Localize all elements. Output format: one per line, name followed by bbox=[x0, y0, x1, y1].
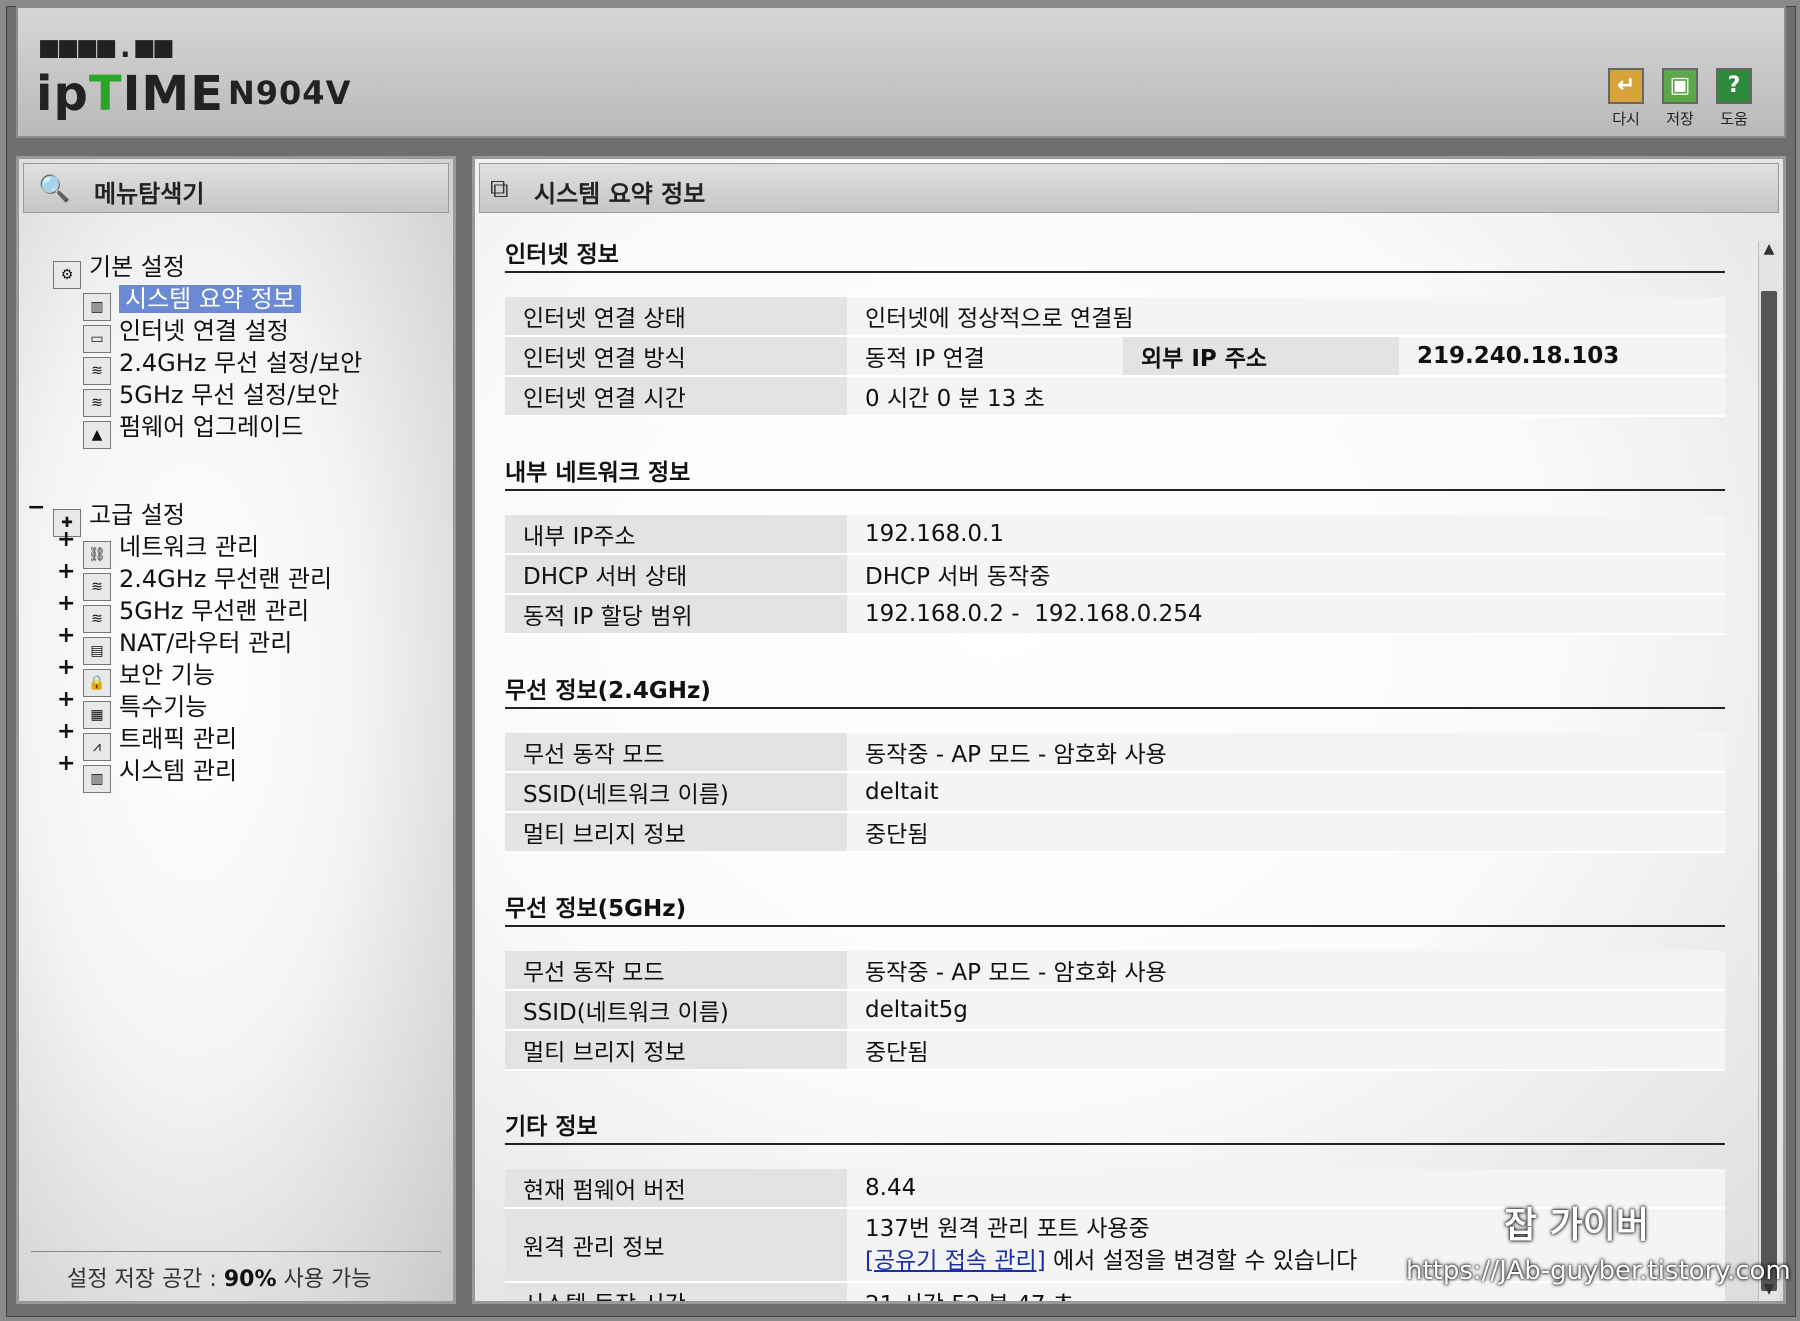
reload-button[interactable]: ↵ 다시 bbox=[1602, 68, 1650, 129]
folder-gear-icon: ⚙ bbox=[53, 261, 81, 289]
table-row: 멀티 브리지 정보 중단됨 bbox=[505, 812, 1725, 853]
expand-icon[interactable]: + bbox=[57, 719, 75, 744]
section-wifi5-title: 무선 정보(5GHz) bbox=[505, 889, 1725, 927]
table-row: 동적 IP 할당 범위 192.168.0.2 - 192.168.0.254 bbox=[505, 594, 1725, 635]
expand-icon[interactable]: + bbox=[57, 527, 75, 552]
internet-info-table: 인터넷 연결 상태 인터넷에 정상적으로 연결됨 인터넷 연결 방식 동적 IP… bbox=[505, 297, 1725, 417]
lan-info-table: 내부 IP주소 192.168.0.1 DHCP 서버 상태 DHCP 서버 동작중… bbox=[505, 515, 1725, 635]
scrollbar-thumb[interactable] bbox=[1761, 291, 1777, 1291]
header-bar: ■■■■.■■ ipTIME N904V ↵ 다시 ▣ 저장 ? 도움 bbox=[16, 6, 1786, 138]
content-panel: ⧉ 시스템 요약 정보 인터넷 정보 인터넷 연결 상태 인터넷에 정상적으로 … bbox=[472, 156, 1786, 1304]
upgrade-arrow-icon: ▲ bbox=[83, 421, 111, 449]
table-row: 무선 동작 모드 동작중 - AP 모드 - 암호화 사용 bbox=[505, 733, 1725, 773]
divider bbox=[31, 1251, 441, 1252]
table-row: 내부 IP주소 192.168.0.1 bbox=[505, 515, 1725, 555]
save-icon: ▣ bbox=[1662, 68, 1698, 104]
wifi5-info-table: 무선 동작 모드 동작중 - AP 모드 - 암호화 사용 SSID(네트워크 이… bbox=[505, 951, 1725, 1071]
help-button[interactable]: ? 도움 bbox=[1710, 68, 1758, 129]
watermark-title: 잡 가이버 bbox=[1504, 1205, 1650, 1246]
menu-explorer-title: 메뉴탐색기 bbox=[94, 180, 205, 208]
reload-icon: ↵ bbox=[1608, 68, 1644, 104]
table-row: 인터넷 연결 시간 0 시간 0 분 13 초 bbox=[505, 376, 1725, 417]
brand-mark: ■■■■.■■ bbox=[40, 30, 174, 65]
scroll-up-arrow-icon[interactable]: ▲ bbox=[1759, 241, 1779, 263]
section-lan-title: 내부 네트워크 정보 bbox=[505, 453, 1725, 491]
expand-icon[interactable]: + bbox=[57, 623, 75, 648]
storage-status: 설정 저장 공간 : 90% 사용 가능 bbox=[67, 1267, 372, 1292]
table-row: DHCP 서버 상태 DHCP 서버 동작중 bbox=[505, 554, 1725, 595]
save-button[interactable]: ▣ 저장 bbox=[1656, 68, 1704, 129]
table-row: SSID(네트워크 이름) deltait5g bbox=[505, 990, 1725, 1031]
section-internet-title: 인터넷 정보 bbox=[505, 235, 1725, 273]
collapse-icon[interactable]: − bbox=[27, 495, 45, 520]
help-icon: ? bbox=[1716, 68, 1752, 104]
expand-icon[interactable]: + bbox=[57, 655, 75, 680]
iptime-logo: ipTIME N904V bbox=[36, 66, 352, 122]
expand-icon[interactable]: + bbox=[57, 687, 75, 712]
page-title: 시스템 요약 정보 bbox=[534, 180, 706, 208]
model-name: N904V bbox=[227, 74, 352, 112]
content-header: ⧉ 시스템 요약 정보 bbox=[479, 163, 1779, 213]
menu-item-system-management[interactable]: ▥ 시스템 관리 bbox=[83, 751, 237, 793]
table-row: 인터넷 연결 방식 동적 IP 연결 외부 IP 주소 219.240.18.1… bbox=[505, 336, 1725, 377]
wifi24-info-table: 무선 동작 모드 동작중 - AP 모드 - 암호화 사용 SSID(네트워크 이… bbox=[505, 733, 1725, 853]
router-access-management-link[interactable]: [공유기 접속 관리] bbox=[865, 1248, 1046, 1274]
chart-icon: ▥ bbox=[83, 765, 111, 793]
expand-icon[interactable]: + bbox=[57, 591, 75, 616]
section-etc-title: 기타 정보 bbox=[505, 1107, 1725, 1145]
menu-item-firmware-upgrade[interactable]: ▲ 펌웨어 업그레이드 bbox=[83, 407, 303, 449]
magnifier-icon: 🔍 bbox=[38, 174, 71, 204]
table-row: SSID(네트워크 이름) deltait bbox=[505, 772, 1725, 813]
table-row: 인터넷 연결 상태 인터넷에 정상적으로 연결됨 bbox=[505, 297, 1725, 337]
watermark-url: https://JAb-guyber.tistory.com bbox=[1406, 1256, 1791, 1286]
expand-icon[interactable]: + bbox=[57, 559, 75, 584]
expand-icon[interactable]: + bbox=[57, 751, 75, 776]
menu-explorer-header: 🔍 메뉴탐색기 bbox=[23, 163, 449, 213]
section-wifi24-title: 무선 정보(2.4GHz) bbox=[505, 671, 1725, 709]
menu-explorer-panel: 🔍 메뉴탐색기 ⚙ 기본 설정 ▥ 시스템 요약 정보 ▭ 인터넷 연결 설정 ≋ 2.… bbox=[16, 156, 456, 1304]
table-row: 무선 동작 모드 동작중 - AP 모드 - 암호화 사용 bbox=[505, 951, 1725, 991]
table-row: 멀티 브리지 정보 중단됨 bbox=[505, 1030, 1725, 1071]
pages-icon: ⧉ bbox=[490, 174, 509, 204]
